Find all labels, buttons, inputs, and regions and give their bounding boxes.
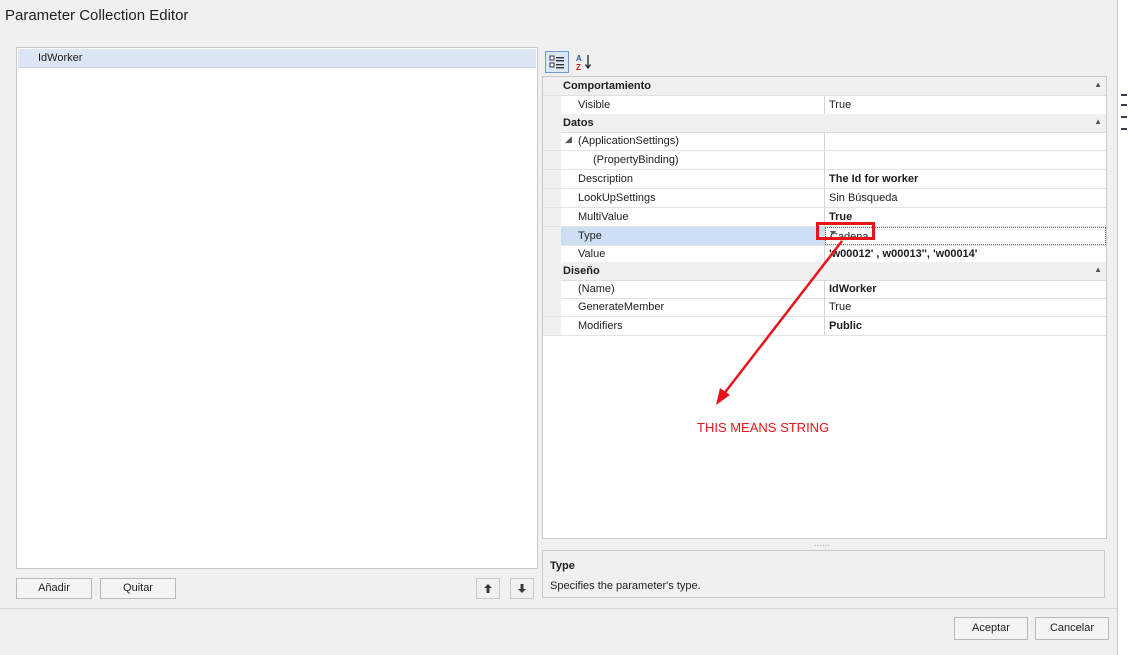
annotation-text: THIS MEANS STRING	[697, 420, 830, 435]
annotation-arrow	[716, 240, 843, 405]
